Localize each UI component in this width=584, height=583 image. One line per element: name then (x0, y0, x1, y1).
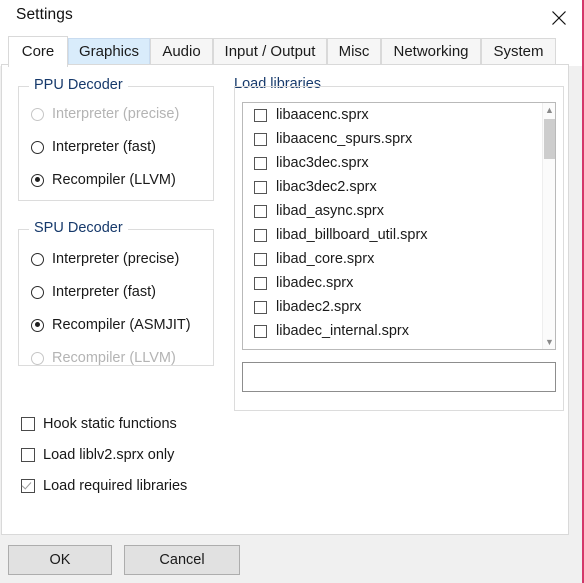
option-checkbox[interactable] (21, 448, 35, 462)
tab-strip: Core Graphics Audio Input / Output Misc Netwo… (0, 33, 582, 67)
ok-button[interactable]: OK (8, 545, 112, 575)
radio-indicator-icon (31, 285, 44, 299)
library-name: libac3dec2.sprx (276, 179, 377, 195)
library-checkbox[interactable] (254, 252, 267, 266)
radio-indicator-icon (31, 318, 44, 332)
radio-spu-decoder-3: Recompiler (LLVM) (31, 347, 176, 369)
radio-ppu-decoder-1[interactable]: Interpreter (fast) (31, 136, 156, 158)
library-checkbox[interactable] (254, 300, 267, 314)
close-button[interactable] (536, 0, 582, 33)
tab-networking[interactable]: Networking (381, 38, 481, 66)
radio-spu-decoder-2[interactable]: Recompiler (ASMJIT) (31, 314, 191, 336)
library-checkbox[interactable] (254, 132, 267, 146)
radio-indicator-icon (31, 107, 44, 121)
library-list-item[interactable]: libaacenc_spurs.sprx (243, 127, 541, 151)
library-search-input[interactable] (242, 362, 556, 392)
option-checkbox[interactable] (21, 417, 35, 431)
tab-audio[interactable]: Audio (150, 38, 213, 66)
library-name: libad_billboard_util.sprx (276, 227, 428, 243)
library-list-item[interactable]: libad_async.sprx (243, 199, 541, 223)
window-title: Settings (16, 6, 73, 23)
library-name: libad_async.sprx (276, 203, 384, 219)
radio-label: Interpreter (fast) (52, 284, 156, 300)
radio-ppu-decoder-0: Interpreter (precise) (31, 103, 179, 125)
radio-ppu-decoder-2[interactable]: Recompiler (LLVM) (31, 169, 176, 191)
library-checkbox[interactable] (254, 204, 267, 218)
library-list-item[interactable]: libad_billboard_util.sprx (243, 223, 541, 247)
title-bar: Settings (0, 0, 582, 33)
library-list-item[interactable]: libadec2.sprx (243, 295, 541, 319)
library-name: libadec_internal.sprx (276, 323, 409, 339)
ppu-decoder-group: PPU Decoder Interpreter (precise) Interpr… (18, 77, 214, 201)
library-name: libaacenc_spurs.sprx (276, 131, 413, 147)
cancel-button[interactable]: Cancel (124, 545, 240, 575)
library-list-item[interactable]: libad_core.sprx (243, 247, 541, 271)
tab-misc[interactable]: Misc (327, 38, 381, 66)
load-libraries-group: Load libraries libaacenc.sprx libaacenc_s… (234, 76, 564, 411)
library-list-item[interactable]: libadec_internal.sprx (243, 319, 541, 343)
library-name: libaacenc.sprx (276, 107, 369, 123)
library-checkbox[interactable] (254, 324, 267, 338)
tab-input-output[interactable]: Input / Output (213, 38, 327, 66)
library-checkbox[interactable] (254, 156, 267, 170)
radio-label: Interpreter (precise) (52, 251, 180, 267)
library-checkbox[interactable] (254, 228, 267, 242)
ppu-decoder-title: PPU Decoder (29, 77, 128, 93)
radio-indicator-icon (31, 173, 44, 187)
radio-label: Interpreter (fast) (52, 139, 156, 155)
library-checkbox[interactable] (254, 180, 267, 194)
tab-graphics[interactable]: Graphics (68, 38, 150, 66)
radio-label: Recompiler (ASMJIT) (52, 317, 191, 333)
library-list-item[interactable]: libadec.sprx (243, 271, 541, 295)
library-list-scrollbar[interactable]: ▲ ▼ (542, 103, 555, 349)
library-name: libad_core.sprx (276, 251, 375, 267)
library-name: libadec.sprx (276, 275, 354, 291)
radio-indicator-icon (31, 252, 44, 266)
radio-indicator-icon (31, 351, 44, 365)
library-checkbox[interactable] (254, 276, 267, 290)
tab-core[interactable]: Core (8, 36, 68, 67)
radio-label: Recompiler (LLVM) (52, 172, 176, 188)
library-checkbox[interactable] (254, 108, 267, 122)
library-list-item[interactable]: libaacenc.sprx (243, 103, 541, 127)
radio-label: Recompiler (LLVM) (52, 350, 176, 366)
option-label: Load liblv2.sprx only (43, 447, 175, 463)
spu-decoder-group: SPU Decoder Interpreter (precise) Interpr… (18, 220, 214, 369)
library-list[interactable]: libaacenc.sprx libaacenc_spurs.sprx libac3… (242, 102, 556, 350)
library-name: libadec2.sprx (276, 299, 362, 315)
radio-indicator-icon (31, 140, 44, 154)
tab-page-core: PPU Decoder Interpreter (precise) Interpr… (1, 64, 569, 535)
spu-decoder-title: SPU Decoder (29, 220, 128, 236)
library-name: libac3dec.sprx (276, 155, 369, 171)
option-label: Load required libraries (43, 478, 188, 494)
scroll-up-arrow[interactable]: ▲ (543, 103, 555, 117)
option-checkbox-row-0[interactable]: Hook static functions (21, 413, 177, 435)
option-label: Hook static functions (43, 416, 177, 432)
option-checkbox[interactable] (21, 479, 35, 493)
radio-spu-decoder-0[interactable]: Interpreter (precise) (31, 248, 179, 270)
tab-system[interactable]: System (481, 38, 556, 66)
radio-label: Interpreter (precise) (52, 106, 180, 122)
option-checkbox-row-2[interactable]: Load required libraries (21, 475, 187, 497)
option-checkbox-row-1[interactable]: Load liblv2.sprx only (21, 444, 174, 466)
library-list-item[interactable]: libac3dec2.sprx (243, 175, 541, 199)
scrollbar-thumb[interactable] (544, 119, 555, 159)
close-icon (552, 11, 566, 25)
library-list-item[interactable]: libac3dec.sprx (243, 151, 541, 175)
scroll-down-arrow[interactable]: ▼ (543, 335, 555, 349)
settings-dialog: Settings Core Graphics Audio Input / Output… (0, 0, 584, 583)
radio-spu-decoder-1[interactable]: Interpreter (fast) (31, 281, 156, 303)
